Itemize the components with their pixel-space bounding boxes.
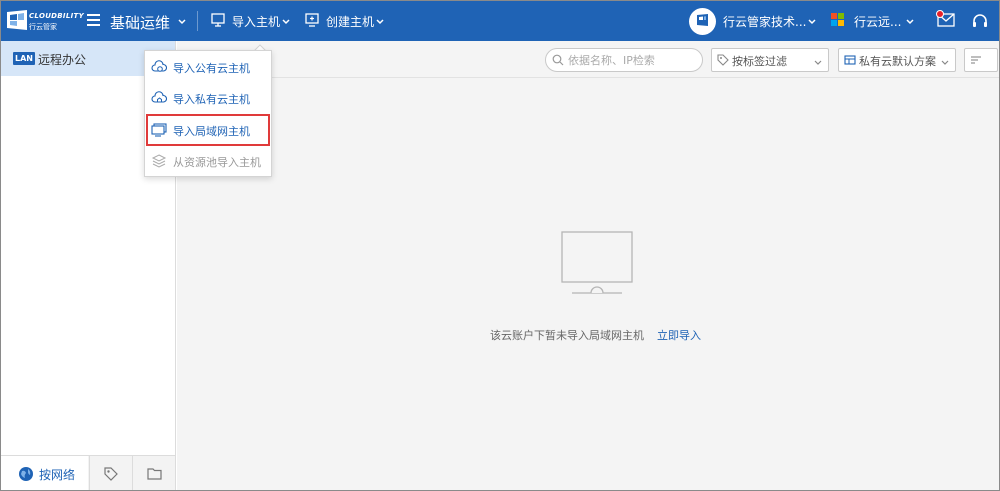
menu-item-import-lan-host[interactable]: 导入局域网主机 bbox=[146, 114, 270, 146]
scheme-label: 私有云默认方案 bbox=[859, 55, 936, 68]
toolbar: 按标签过滤 私有云默认方案 bbox=[177, 41, 999, 78]
menu-item-import-from-pool[interactable]: 从资源池导入主机 bbox=[145, 146, 271, 176]
avatar[interactable] bbox=[689, 8, 716, 35]
main-content: 按标签过滤 私有云默认方案 bbox=[177, 41, 999, 490]
tag-icon bbox=[104, 467, 118, 481]
tab-by-folder[interactable] bbox=[132, 456, 175, 490]
search-icon bbox=[552, 54, 564, 66]
notification-dot bbox=[936, 10, 944, 18]
sort-icon bbox=[970, 54, 982, 66]
logo-icon bbox=[7, 10, 27, 30]
menu-item-label: 导入局域网主机 bbox=[173, 125, 250, 138]
menu-item-label: 导入公有云主机 bbox=[173, 62, 250, 75]
menu-item-label: 从资源池导入主机 bbox=[173, 156, 261, 169]
import-host-menu[interactable]: 导入主机 bbox=[232, 13, 280, 30]
brand-name-en: CLOUDBILITY bbox=[29, 12, 84, 20]
app-window: CLOUDBILITY 行云管家 基础运维 导入主机 创建主机 行云管家技术..… bbox=[0, 0, 1000, 491]
chevron-down-icon[interactable] bbox=[375, 17, 385, 27]
folder-icon bbox=[147, 467, 162, 480]
tag-filter-dropdown[interactable]: 按标签过滤 bbox=[711, 48, 829, 72]
empty-monitor-icon bbox=[561, 231, 633, 294]
monitor-plus-icon bbox=[211, 13, 227, 27]
chevron-down-icon[interactable] bbox=[177, 17, 187, 27]
tab-label: 按网络 bbox=[39, 468, 76, 482]
sort-dropdown[interactable] bbox=[964, 48, 998, 72]
top-nav-bar: CLOUDBILITY 行云管家 基础运维 导入主机 创建主机 行云管家技术..… bbox=[1, 1, 999, 41]
tag-icon bbox=[717, 54, 729, 66]
table-icon bbox=[844, 54, 856, 66]
scheme-dropdown[interactable]: 私有云默认方案 bbox=[838, 48, 956, 72]
chevron-down-icon[interactable] bbox=[281, 17, 291, 27]
divider bbox=[197, 11, 198, 31]
brand-name-cn: 行云管家 bbox=[29, 23, 57, 31]
lan-badge: LAN bbox=[13, 52, 35, 65]
chevron-down-icon[interactable] bbox=[905, 17, 915, 27]
globe-icon bbox=[18, 466, 34, 482]
monitor-add-icon bbox=[305, 13, 321, 27]
empty-state-message: 该云账户下暂未导入局域网主机 bbox=[490, 329, 644, 342]
brand-logo[interactable]: CLOUDBILITY 行云管家 bbox=[7, 8, 85, 34]
chevron-down-icon bbox=[941, 56, 949, 65]
cloud-home-icon bbox=[151, 91, 168, 105]
import-host-dropdown: 导入公有云主机 导入私有云主机 导入局域网主机 从资源池导入主机 bbox=[144, 50, 272, 177]
headset-icon[interactable] bbox=[971, 12, 989, 30]
search-box[interactable] bbox=[545, 48, 703, 72]
menu-item-label: 导入私有云主机 bbox=[173, 93, 250, 106]
lan-monitor-icon bbox=[151, 123, 167, 137]
module-title[interactable]: 基础运维 bbox=[110, 12, 170, 33]
sidebar-item-label: 远程办公 bbox=[38, 53, 87, 67]
cloud-import-icon bbox=[151, 60, 168, 74]
windows-icon bbox=[831, 13, 845, 27]
tag-filter-label: 按标签过滤 bbox=[732, 55, 787, 68]
menu-toggle-icon[interactable] bbox=[87, 14, 100, 26]
tab-by-network[interactable]: 按网络 bbox=[1, 456, 88, 490]
import-now-link[interactable]: 立即导入 bbox=[657, 327, 701, 343]
cloud-account-name[interactable]: 行云远... bbox=[854, 13, 901, 30]
tab-by-tag[interactable] bbox=[89, 456, 132, 490]
chevron-down-icon bbox=[814, 56, 822, 65]
create-host-menu[interactable]: 创建主机 bbox=[326, 13, 374, 30]
menu-item-import-public-cloud[interactable]: 导入公有云主机 bbox=[145, 52, 271, 82]
search-input[interactable] bbox=[568, 51, 696, 69]
layers-icon bbox=[151, 154, 167, 168]
menu-item-import-private-cloud[interactable]: 导入私有云主机 bbox=[145, 83, 271, 113]
chevron-down-icon[interactable] bbox=[807, 17, 817, 27]
account-name[interactable]: 行云管家技术... bbox=[723, 13, 806, 30]
sidebar-tabs: 按网络 bbox=[1, 455, 175, 490]
